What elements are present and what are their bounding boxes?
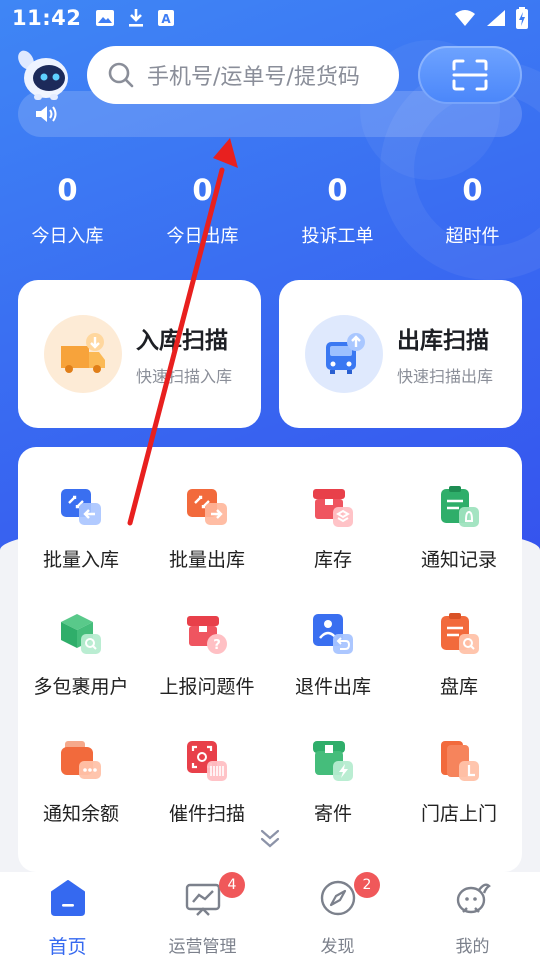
outbound-scan-card[interactable]: 出库扫描 快速扫描出库 [279,280,522,428]
download-icon [129,9,144,27]
grid-item-batch-out[interactable]: 批量出库 [144,481,270,572]
nav-home[interactable]: 首页 [0,872,135,960]
signal-icon [487,10,505,26]
grid-item-inventory[interactable]: 库存 [270,481,396,572]
stat-today-in[interactable]: 0 今日入库 [0,168,135,248]
grid-label: 盘库 [439,676,478,698]
urge-scan-icon [187,741,227,781]
stat-complaints[interactable]: 0 投诉工单 [270,168,405,248]
grid-label: 寄件 [313,803,352,825]
chart-board-icon [185,883,220,916]
status-time: 11:42 [12,6,82,30]
grid-item-store-visit[interactable]: 门店上门 [396,735,522,826]
search-input[interactable]: 手机号/运单号/提货码 [87,46,399,104]
nav-label: 首页 [48,936,87,958]
grid-label: 通知记录 [420,549,497,571]
store-visit-icon [441,741,479,781]
grid-item-notice-record[interactable]: 通知记录 [396,481,522,572]
truck-in-icon [44,315,122,393]
status-bar: 11:42 A [0,0,540,36]
badge-count: 4 [219,872,245,898]
send-package-icon [313,741,353,781]
nav-label: 运营管理 [168,937,237,957]
grid-item-multi-package[interactable]: 多包裹用户 [18,608,144,699]
scan-icon [452,59,488,91]
stat-value: 0 [192,173,213,207]
stats-row: 0 今日入库 0 今日出库 0 投诉工单 0 超时件 [0,168,540,248]
nav-discover[interactable]: 2 发现 [270,872,405,960]
grid-item-send-package[interactable]: 寄件 [270,735,396,826]
batch-out-icon [187,489,227,525]
card-subtitle: 快速扫描入库 [136,367,233,386]
grid-label: 批量入库 [42,549,119,571]
grid-label: 库存 [313,549,352,571]
text-icon: A [158,10,175,26]
profile-icon [456,883,491,914]
return-out-icon [313,614,353,654]
grid-label: 退件出库 [294,676,371,698]
multi-package-icon [61,614,101,654]
image-icon [96,10,115,26]
grid-label: 催件扫描 [168,803,245,825]
stat-today-out[interactable]: 0 今日出库 [135,168,270,248]
svg-text:?: ? [213,638,221,653]
inventory-icon [313,489,353,527]
search-placeholder: 手机号/运单号/提货码 [147,65,360,90]
search-icon [108,62,134,88]
nav-operations[interactable]: 4 运营管理 [135,872,270,960]
card-title: 出库扫描 [397,328,489,354]
grid-item-notice-balance[interactable]: 通知余额 [18,735,144,826]
stat-label: 投诉工单 [301,226,374,247]
nav-label: 发现 [320,937,355,957]
grid-item-return-out[interactable]: 退件出库 [270,608,396,699]
nav-profile[interactable]: 我的 [405,872,540,960]
badge-count: 2 [354,872,380,898]
wifi-icon [455,10,475,26]
stat-value: 0 [57,173,78,207]
function-grid-panel: 批量入库 批量出库 库存 通知记录 多包裹用户 ? 上报问题件 退件出库 盘库 … [18,447,522,872]
stat-value: 0 [327,173,348,207]
grid-item-report-problem[interactable]: ? 上报问题件 [144,608,270,699]
stat-label: 超时件 [445,226,500,247]
report-problem-icon: ? [187,616,227,654]
batch-in-icon [61,489,101,525]
svg-text:A: A [162,12,172,26]
grid-label: 门店上门 [420,803,497,825]
card-title: 入库扫描 [136,328,228,354]
grid-label: 批量出库 [168,549,245,571]
grid-label: 通知余额 [42,803,119,825]
notice-balance-icon [61,741,101,779]
grid-item-stocktake[interactable]: 盘库 [396,608,522,699]
stat-overdue[interactable]: 0 超时件 [405,168,540,248]
battery-icon [516,7,528,29]
card-subtitle: 快速扫描出库 [397,367,494,386]
stat-label: 今日入库 [31,226,104,247]
stocktake-icon [441,613,479,654]
stat-label: 今日出库 [166,226,239,247]
home-icon [50,880,85,916]
inbound-scan-card[interactable]: 入库扫描 快速扫描入库 [18,280,261,428]
compass-icon [320,880,355,916]
bus-out-icon [305,315,383,393]
grid-item-batch-in[interactable]: 批量入库 [18,481,144,572]
speaker-icon [36,106,57,122]
chevron-double-down-icon[interactable] [258,827,282,851]
stat-value: 0 [462,173,483,207]
grid-label: 多包裹用户 [33,676,129,698]
bottom-nav: 首页 4 运营管理 2 发现 我的 [0,872,540,960]
notice-record-icon [441,486,479,527]
grid-label: 上报问题件 [159,676,255,698]
scan-button[interactable] [418,46,522,104]
nav-label: 我的 [455,937,490,957]
grid-item-urge-scan[interactable]: 催件扫描 [144,735,270,826]
